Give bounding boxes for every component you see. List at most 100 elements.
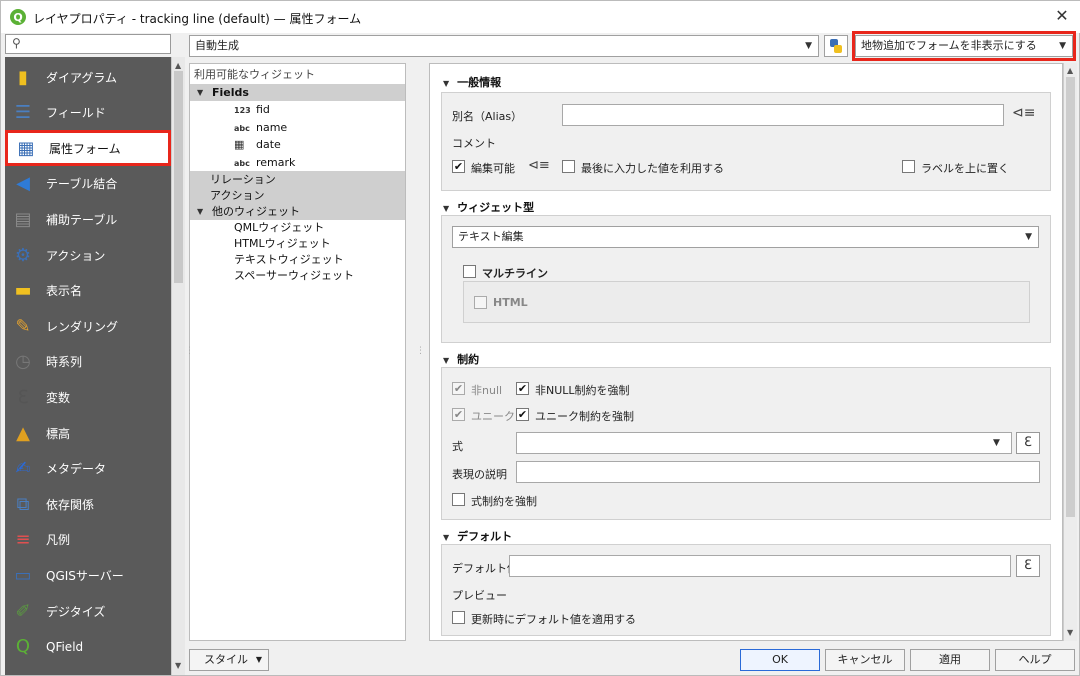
sidebar-item-label: フィールド [46,106,106,121]
sidebar-item-13[interactable]: ≡ 凡例 [5,522,171,558]
sidebar-item-14[interactable]: ▭ QGISサーバー [5,557,171,593]
style-menu-button[interactable]: スタイル ▼ [189,649,269,671]
collapse-icon[interactable]: ▼ [443,533,449,542]
tree-field-item[interactable]: 123 fid [190,101,405,118]
description-input[interactable] [516,461,1040,483]
sidebar-item-9[interactable]: ℇ 変数 [5,379,171,415]
sidebar-item-11[interactable]: ✍ メタデータ [5,451,171,487]
widget-type-combo[interactable]: テキスト編集 ▼ [452,226,1039,248]
available-widgets-tree[interactable]: 利用可能なウィジェット ▼ Fields 123 fid abc name ▦ date a… [189,63,406,641]
search-input[interactable]: ⚲ [5,34,171,54]
tree-other-widget-item[interactable]: QMLウィジェット [190,219,405,236]
section-defaults-title: デフォルト [457,530,513,543]
data-defined-icon[interactable]: ⊲≡ [528,158,550,173]
sidebar-item-4[interactable]: ▤ 補助テーブル [5,201,171,237]
sidebar-item-10[interactable]: ▲ 標高 [5,415,171,451]
section-widget-type-box: テキスト編集 ▼ マルチライン HTML [441,215,1051,343]
apply-button[interactable]: 適用 [910,649,990,671]
data-defined-icon[interactable]: ⊲≡ [1012,105,1035,121]
sidebar-item-label: 変数 [46,390,71,405]
default-expression-button[interactable]: ℇ [1016,555,1040,577]
sidebar-item-7[interactable]: ✎ レンダリング [5,308,171,344]
preview-label: プレビュー [452,589,507,602]
reuse-last-value-checkbox[interactable] [562,160,575,173]
field-type-icon: abc [234,158,250,168]
tree-other-label: 他のウィジェット [212,205,300,218]
sidebar-item-2[interactable]: ▦ 属性フォーム [5,130,171,167]
tree-other-widget-item[interactable]: HTMLウィジェット [190,235,405,252]
section-constraints-header[interactable]: ▼ 制約 [443,351,479,367]
sidebar-item-3[interactable]: ◀ テーブル結合 [5,166,171,202]
section-general-header[interactable]: ▼ 一般情報 [443,74,501,90]
scroll-down-icon[interactable]: ▼ [175,661,181,670]
tree-field-item[interactable]: abc name [190,119,405,136]
scrollbar-thumb[interactable] [1066,77,1075,517]
sidebar-item-15[interactable]: ✐ デジタイズ [5,593,171,629]
multiline-checkbox[interactable] [463,265,476,278]
tree-actions[interactable]: アクション [190,187,405,204]
scroll-up-icon[interactable]: ▲ [175,61,181,70]
scrollbar-thumb[interactable] [174,71,183,283]
sidebar-item-0[interactable]: ▮ ダイアグラム [5,59,171,95]
expand-icon[interactable]: ▼ [197,203,203,220]
collapse-icon[interactable]: ▼ [443,79,449,88]
apply-on-update-checkbox[interactable] [452,611,465,624]
sidebar-item-8[interactable]: ◷ 時系列 [5,344,171,380]
sidebar-item-label: デジタイズ [46,604,106,619]
chevron-down-icon[interactable]: ▼ [993,438,1000,448]
expression-builder-button[interactable]: ℇ [1016,432,1040,454]
search-icon: ⚲ [12,36,21,50]
panel-scrollbar[interactable]: ▲ ▼ [1063,63,1077,641]
section-defaults-box: デフォルト値 ℇ プレビュー 更新時にデフォルト値を適用する [441,544,1051,636]
section-widget-type-header[interactable]: ▼ ウィジェット型 [443,199,534,215]
layout-combo[interactable]: 自動生成 ▼ [189,35,819,57]
section-defaults-header[interactable]: ▼ デフォルト [443,528,512,544]
collapse-icon[interactable]: ▼ [443,204,449,213]
sidebar-item-label: 標高 [46,426,71,441]
notnull-checkbox[interactable]: ✔ [452,382,465,395]
fields-icon: ☰ [14,102,32,124]
close-icon[interactable]: ✕ [1052,6,1072,26]
expression-input[interactable] [516,432,1012,454]
tree-other-widget-item[interactable]: スペーサーウィジェット [190,267,405,284]
apply-on-update-label: 更新時にデフォルト値を適用する [471,613,636,626]
enforce-expression-checkbox[interactable] [452,493,465,506]
scroll-down-icon[interactable]: ▼ [1067,628,1073,637]
enforce-unique-checkbox[interactable]: ✔ [516,408,529,421]
editable-checkbox[interactable]: ✔ [452,160,465,173]
alias-input[interactable] [562,104,1004,126]
sidebar-item-6[interactable]: ▬ 表示名 [5,273,171,309]
tree-field-item[interactable]: abc remark [190,154,405,171]
collapse-icon[interactable]: ▼ [443,356,449,365]
tree-other-widget-item[interactable]: テキストウィジェット [190,251,405,268]
cancel-button[interactable]: キャンセル [825,649,905,671]
ok-button[interactable]: OK [740,649,820,671]
sidebar-item-label: テーブル結合 [46,177,118,192]
python-init-button[interactable] [824,35,848,57]
sidebar: ▮ ダイアグラム ☰ フィールド ▦ 属性フォーム ◀ テーブル結合 ▤ 補助テーブル ⚙ アクション… [5,57,171,675]
sidebar-item-12[interactable]: ⧉ 依存関係 [5,486,171,522]
tree-other-widgets[interactable]: ▼ 他のウィジェット [190,203,405,220]
label-on-top-label: ラベルを上に置く [921,162,1009,175]
sidebar-scrollbar[interactable]: ▲ ▼ [171,57,185,675]
sidebar-item-16[interactable]: Q QField [5,629,171,665]
unique-label: ユニーク [471,410,515,423]
expand-icon[interactable]: ▼ [197,84,203,101]
tree-field-item[interactable]: ▦ date [190,136,405,153]
default-value-input[interactable] [509,555,1011,577]
splitter-handle-icon[interactable]: ⋮ [185,346,194,356]
splitter-handle-icon[interactable]: ⋮ [416,346,425,356]
label-on-top-checkbox[interactable] [902,160,915,173]
help-button[interactable]: ヘルプ [995,649,1075,671]
expression-label: 式 [452,440,463,453]
sidebar-item-1[interactable]: ☰ フィールド [5,95,171,131]
sidebar-item-label: 凡例 [46,533,71,548]
tree-fields-group[interactable]: ▼ Fields [190,84,405,101]
unique-checkbox[interactable]: ✔ [452,408,465,421]
tree-relations[interactable]: リレーション [190,171,405,188]
enforce-notnull-checkbox[interactable]: ✔ [516,382,529,395]
scroll-up-icon[interactable]: ▲ [1067,66,1073,75]
sidebar-item-label: 補助テーブル [46,212,118,227]
html-checkbox[interactable] [474,296,487,309]
sidebar-item-5[interactable]: ⚙ アクション [5,237,171,273]
